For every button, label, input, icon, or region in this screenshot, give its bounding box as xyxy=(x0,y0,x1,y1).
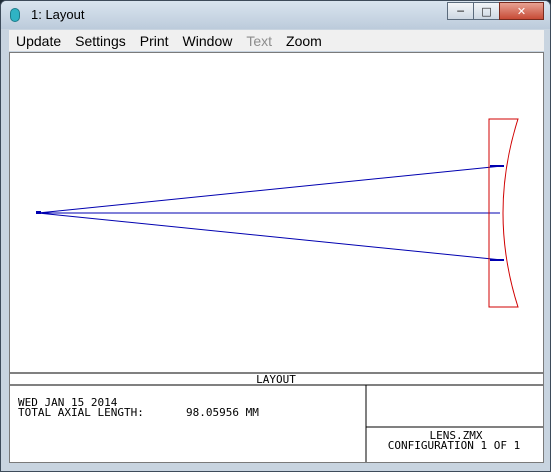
menu-update[interactable]: Update xyxy=(9,33,68,49)
layout-window: 1: Layout ─ □ ✕ Update Settings Print Wi… xyxy=(0,0,551,472)
object-point-marker xyxy=(36,211,41,214)
caption-buttons: ─ □ ✕ xyxy=(447,2,544,20)
marginal-ray-top xyxy=(37,165,503,214)
maximize-button[interactable]: □ xyxy=(473,2,500,20)
maximize-icon: □ xyxy=(481,4,492,18)
title-bar[interactable]: 1: Layout ─ □ ✕ xyxy=(1,1,550,29)
configuration-label: CONFIGURATION 1 OF 1 xyxy=(388,439,520,452)
menu-zoom[interactable]: Zoom xyxy=(279,33,329,49)
menu-text: Text xyxy=(246,32,273,49)
menu-settings[interactable]: Settings xyxy=(68,33,133,49)
minimize-icon: ─ xyxy=(457,4,464,18)
minimize-button[interactable]: ─ xyxy=(447,2,474,20)
axial-length-label: TOTAL AXIAL LENGTH: xyxy=(18,406,144,419)
menu-window[interactable]: Window xyxy=(176,33,240,49)
window-title: 1: Layout xyxy=(31,7,85,22)
close-icon: ✕ xyxy=(516,4,527,18)
close-button[interactable]: ✕ xyxy=(499,2,544,20)
section-title: LAYOUT xyxy=(256,373,296,386)
marginal-ray-bottom xyxy=(37,212,503,261)
axial-length-value: 98.05956 MM xyxy=(186,406,259,419)
menu-print[interactable]: Print xyxy=(133,33,176,49)
menu-bar: Update Settings Print Window Text Zoom xyxy=(9,30,544,51)
layout-drawing: LAYOUT WED JAN 15 2014 TOTAL AXIAL LENGT… xyxy=(10,118,543,462)
layout-plot-area: LAYOUT WED JAN 15 2014 TOTAL AXIAL LENGT… xyxy=(9,52,544,463)
app-icon xyxy=(10,8,20,22)
